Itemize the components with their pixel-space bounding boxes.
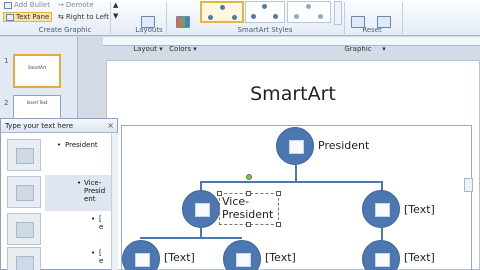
text-pane-item-vice-president[interactable]: Vice- Presid ent xyxy=(84,179,105,203)
resize-handle[interactable] xyxy=(276,191,281,196)
add-bullet-icon xyxy=(4,1,12,9)
text-pane-thumb xyxy=(7,247,41,270)
text-pane-button[interactable]: Text Pane xyxy=(3,12,53,22)
connector-line xyxy=(295,165,297,181)
move-down-button[interactable]: ▼ xyxy=(113,12,118,20)
create-graphic-group-label: Create Graphic xyxy=(38,26,92,34)
node-bottom-left-shape[interactable] xyxy=(122,240,160,270)
ribbon-separator xyxy=(110,2,111,34)
style-node-dot xyxy=(262,4,267,9)
bullet-icon: • xyxy=(91,215,96,223)
style-node-dot xyxy=(251,14,256,19)
smartart-style-1[interactable] xyxy=(200,1,244,23)
slide-number: 2 xyxy=(4,99,9,107)
smartart-style-2[interactable] xyxy=(245,1,285,23)
node-bottom-right-label[interactable]: [Text] xyxy=(404,251,435,264)
change-colors-button[interactable]: Change Colors ▾ xyxy=(168,0,204,61)
node-right-mid-label[interactable]: [Text] xyxy=(404,203,435,216)
connector-line xyxy=(200,181,382,183)
resize-handle[interactable] xyxy=(276,222,281,227)
slide-thumbnail-1[interactable]: SmartArt xyxy=(13,54,61,88)
style-node-dot xyxy=(273,14,278,19)
resize-handle[interactable] xyxy=(246,222,251,227)
text-pane: Type your text here × • President • Vice… xyxy=(0,118,118,270)
node-president-shape[interactable] xyxy=(276,127,314,165)
bullet-icon: • xyxy=(77,179,82,187)
text-pane-label: Text Pane xyxy=(16,13,50,21)
move-up-icon: ▲ xyxy=(113,1,119,9)
rotate-handle[interactable] xyxy=(246,174,252,180)
node-right-mid-shape[interactable] xyxy=(362,190,400,228)
ribbon: Add Bullet Text Pane → Demote ⇆ Right to… xyxy=(0,0,480,53)
text-pane-scrollbar[interactable] xyxy=(111,133,118,270)
text-pane-title: Type your text here xyxy=(5,122,74,130)
text-pane-icon xyxy=(6,13,14,21)
text-pane-header: Type your text here × xyxy=(1,119,117,133)
close-icon[interactable]: × xyxy=(107,121,114,130)
node-vice-president-shape[interactable] xyxy=(182,190,220,228)
text-pane-item-text[interactable]: [ e xyxy=(99,215,103,231)
connector-line xyxy=(140,237,242,239)
bullet-icon: • xyxy=(57,141,62,149)
smartart-styles-group-label: SmartArt Styles xyxy=(237,26,293,34)
style-node-dot xyxy=(306,4,311,9)
move-up-button[interactable]: ▲ xyxy=(113,1,118,9)
connector-line xyxy=(381,228,383,240)
add-bullet-button[interactable]: Add Bullet xyxy=(4,1,50,9)
text-pane-thumb xyxy=(7,213,41,245)
right-to-left-label: Right to Left xyxy=(65,13,109,21)
slide-thumbnail-title: SmartArt xyxy=(27,65,47,70)
style-node-dot xyxy=(208,15,213,20)
smartart-frame[interactable]: President Vice- President [Text] [Text] … xyxy=(121,125,472,270)
bullet-icon: • xyxy=(91,249,96,257)
node-bottom-mid-label[interactable]: [Text] xyxy=(265,251,296,264)
style-node-dot xyxy=(232,15,237,20)
node-president-label[interactable]: President xyxy=(318,139,369,152)
demote-button[interactable]: → Demote xyxy=(58,1,94,9)
right-to-left-button[interactable]: ⇆ Right to Left xyxy=(58,13,109,21)
horizontal-ruler xyxy=(103,37,480,46)
smartart-style-3[interactable] xyxy=(287,1,331,23)
ribbon-separator xyxy=(402,2,403,34)
slide-thumbnail-title: Insert Text xyxy=(26,100,48,105)
reset-group-label: Reset xyxy=(362,26,382,34)
slide-title[interactable]: SmartArt xyxy=(107,83,479,105)
style-node-dot xyxy=(318,14,323,19)
node-vice-president-label[interactable]: Vice- President xyxy=(222,195,273,221)
right-to-left-icon: ⇆ xyxy=(58,13,64,21)
side-scroll-button[interactable] xyxy=(464,178,473,192)
style-node-dot xyxy=(220,5,225,10)
text-pane-thumb xyxy=(7,176,41,208)
node-bottom-mid-shape[interactable] xyxy=(223,240,261,270)
text-pane-thumb xyxy=(7,139,41,171)
style-node-dot xyxy=(294,14,299,19)
text-pane-item-text[interactable]: [ e xyxy=(99,249,103,265)
slide-number: 1 xyxy=(4,57,9,65)
text-pane-item-president[interactable]: President xyxy=(65,141,98,149)
node-bottom-left-label[interactable]: [Text] xyxy=(164,251,195,264)
add-bullet-label: Add Bullet xyxy=(14,1,50,9)
slide-canvas[interactable]: SmartArt President Vice- President [Text… xyxy=(106,60,480,270)
colors-icon xyxy=(176,16,190,28)
node-bottom-right-shape[interactable] xyxy=(362,240,400,270)
demote-arrow-icon: → xyxy=(58,1,64,9)
demote-label: Demote xyxy=(65,1,94,9)
move-down-icon: ▼ xyxy=(113,12,119,20)
ribbon-separator xyxy=(166,2,167,34)
styles-gallery-scroll[interactable] xyxy=(334,1,342,25)
layouts-group-label: Layouts xyxy=(135,26,163,34)
